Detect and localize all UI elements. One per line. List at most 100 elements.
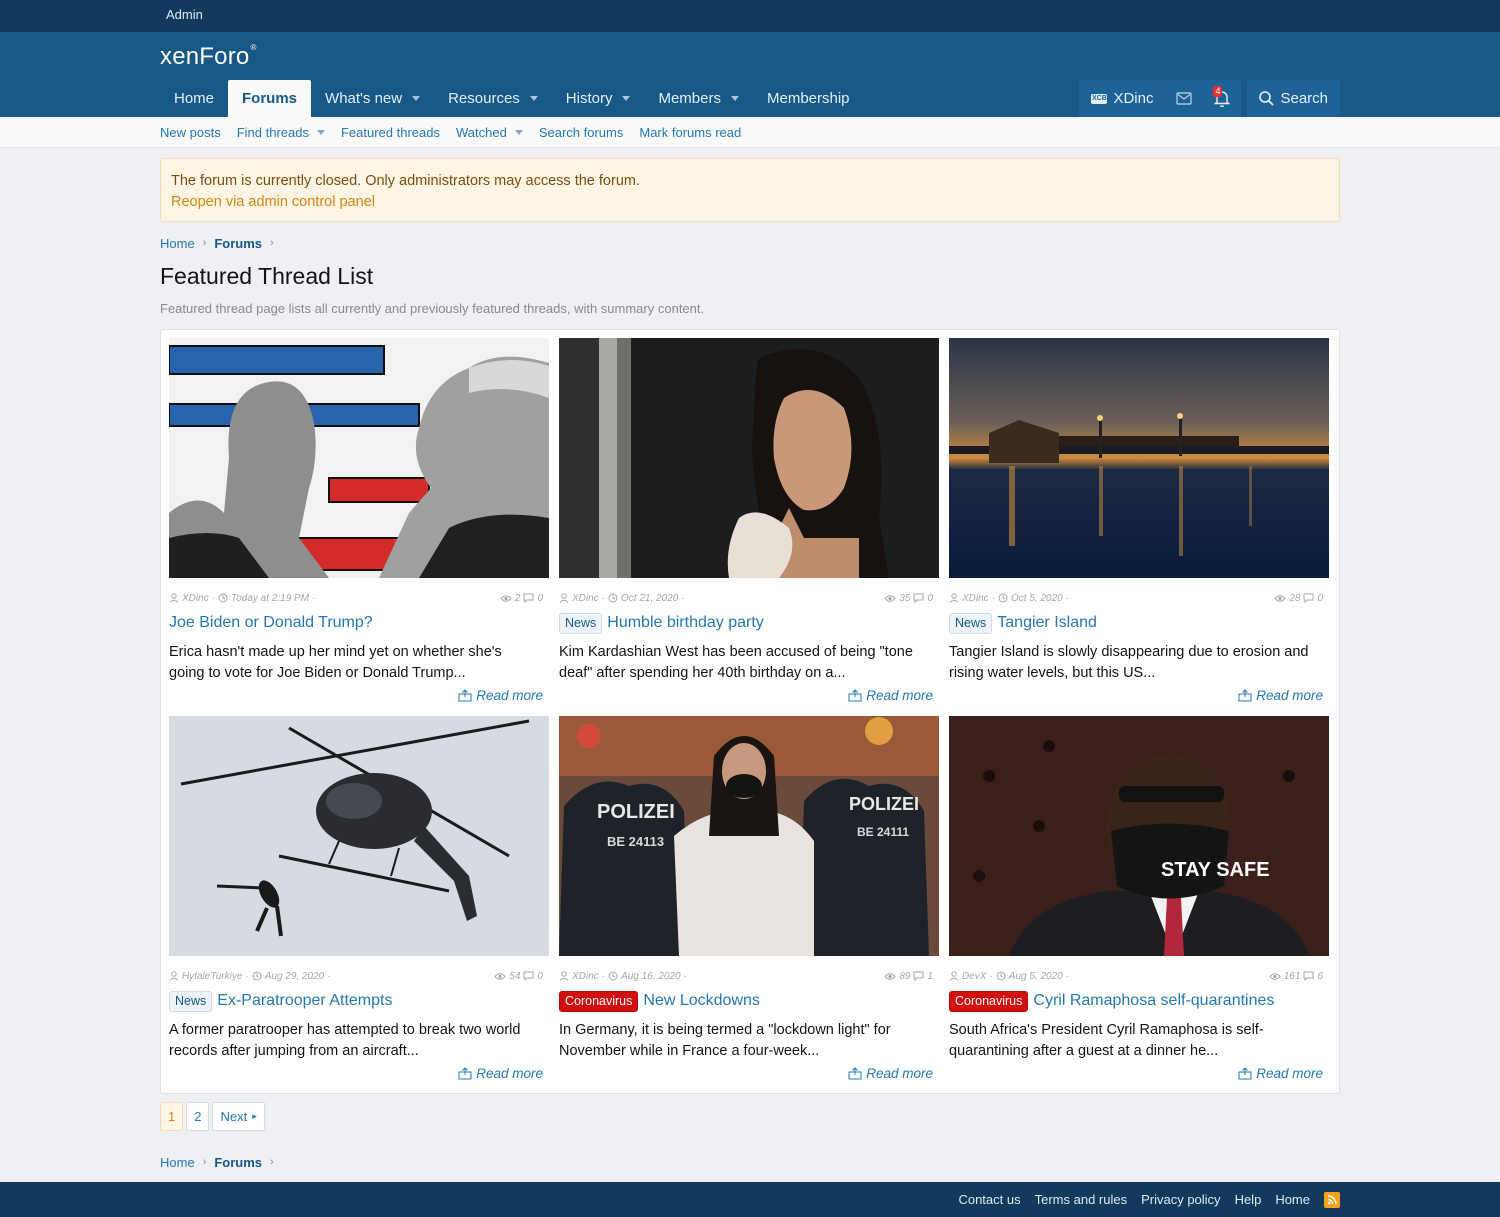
thread-author[interactable]: XDinc <box>572 971 599 982</box>
subnav-featured-threads[interactable]: Featured threads <box>341 125 440 140</box>
thread-thumbnail[interactable] <box>169 716 549 956</box>
thread-prefix[interactable]: News <box>559 612 603 634</box>
thread-title[interactable]: Cyril Ramaphosa self-quarantines <box>1033 992 1274 1010</box>
nav-tab-history[interactable]: History <box>552 80 645 117</box>
thread-thumbnail[interactable] <box>559 338 939 578</box>
breadcrumb-forums[interactable]: Forums <box>214 236 262 251</box>
chevron-down-icon[interactable] <box>316 129 325 135</box>
police-id: BE 24113 <box>607 834 664 849</box>
page-title: Featured Thread List <box>160 263 374 289</box>
reopen-link[interactable]: Reopen via admin control panel <box>171 192 1329 213</box>
admin-bar: Admin <box>0 0 1500 32</box>
read-more-link[interactable]: Read more <box>848 1066 933 1081</box>
alerts-button[interactable]: 4 <box>1203 80 1241 117</box>
read-more-link[interactable]: Read more <box>848 688 933 703</box>
chevron-right-icon: › <box>270 237 274 249</box>
footer-terms-link[interactable]: Terms and rules <box>1035 1192 1127 1207</box>
thread-author[interactable]: XDinc <box>962 593 989 604</box>
nav-tab-forums[interactable]: Forums <box>228 80 312 117</box>
read-more-link[interactable]: Read more <box>1238 1066 1323 1081</box>
chevron-down-icon[interactable] <box>412 96 421 101</box>
footer-help-link[interactable]: Help <box>1235 1192 1262 1207</box>
read-more-icon <box>458 689 472 702</box>
meta-separator: · <box>312 592 316 604</box>
user-icon <box>169 593 179 603</box>
inbox-button[interactable] <box>1165 80 1203 117</box>
comments-icon <box>1303 971 1314 981</box>
site-logo[interactable]: xenForo® <box>160 43 257 71</box>
meta-separator: · <box>991 592 996 604</box>
thread-title[interactable]: Tangier Island <box>997 614 1097 632</box>
view-count: 161 <box>1283 970 1301 982</box>
chevron-right-icon: › <box>202 1156 207 1168</box>
read-more-link[interactable]: Read more <box>458 688 543 703</box>
subnav-new-posts[interactable]: New posts <box>160 125 221 140</box>
featured-threads-panel: XDinc · Today at 2:19 PM · 2 0 Joe Biden o… <box>160 329 1340 1094</box>
nav-tab-whats-new[interactable]: What's new <box>311 80 434 117</box>
footer-home-link[interactable]: Home <box>1275 1192 1310 1207</box>
nav-tab-membership[interactable]: Membership <box>753 80 864 117</box>
thread-card: HytaleTurkiye · Aug 29, 2020 · 54 0 News E… <box>169 716 549 1094</box>
nav-tab-resources[interactable]: Resources <box>434 80 552 117</box>
thread-thumbnail[interactable] <box>949 338 1329 578</box>
subnav-watched[interactable]: Watched <box>456 125 523 140</box>
site-footer: Contact us Terms and rules Privacy polic… <box>0 1182 1500 1217</box>
thread-card: STAY SAFE DevX · Aug 5, 2020 · 161 6 Cor… <box>949 716 1329 1094</box>
meta-separator: · <box>989 970 993 982</box>
thread-title-row: News Humble birthday party <box>559 612 939 634</box>
footer-contact-link[interactable]: Contact us <box>958 1192 1020 1207</box>
thread-author[interactable]: XDinc <box>572 593 599 604</box>
breadcrumb-home[interactable]: Home <box>160 236 195 251</box>
logo-text: xenForo <box>160 43 250 70</box>
thread-prefix[interactable]: Coronavirus <box>949 990 1029 1012</box>
thread-author[interactable]: XDinc <box>182 593 209 604</box>
page-button-1[interactable]: 1 <box>160 1102 184 1131</box>
account-link[interactable]: XCB XDinc <box>1079 80 1165 117</box>
footer-privacy-link[interactable]: Privacy policy <box>1141 1192 1220 1207</box>
nav-tab-members[interactable]: Members <box>644 80 753 117</box>
meta-separator: · <box>327 970 331 982</box>
thread-title[interactable]: New Lockdowns <box>643 992 760 1010</box>
chevron-down-icon[interactable] <box>622 96 631 101</box>
chevron-down-icon[interactable] <box>730 96 739 101</box>
read-more-link[interactable]: Read more <box>1238 688 1323 703</box>
thread-prefix[interactable]: News <box>949 612 993 634</box>
subnav-search-forums[interactable]: Search forums <box>539 125 624 140</box>
thread-snippet: A former paratrooper has attempted to br… <box>169 1022 521 1059</box>
breadcrumb-home[interactable]: Home <box>160 1155 195 1170</box>
breadcrumb: Home › Forums › <box>160 233 1340 253</box>
user-nav: XCB XDinc 4 Search <box>1079 80 1340 117</box>
page-button-2[interactable]: 2 <box>186 1102 210 1131</box>
thread-thumbnail[interactable] <box>169 338 549 578</box>
thread-title[interactable]: Humble birthday party <box>607 614 764 632</box>
thread-thumbnail[interactable]: POLIZEI BE 24113 POLIZEI BE 24111 <box>559 716 939 956</box>
view-count: 54 <box>509 970 521 982</box>
thread-title[interactable]: Joe Biden or Donald Trump? <box>169 614 373 632</box>
read-more-link[interactable]: Read more <box>458 1066 543 1081</box>
breadcrumb-forums[interactable]: Forums <box>214 1155 262 1170</box>
thread-prefix[interactable]: News <box>169 990 213 1012</box>
nav-tab-home[interactable]: Home <box>160 80 228 117</box>
chevron-down-icon[interactable] <box>529 96 538 101</box>
reply-count: 1 <box>927 970 933 982</box>
reply-count: 0 <box>537 592 543 604</box>
thread-author[interactable]: DevX <box>962 971 986 982</box>
nav-tab-label: Forums <box>242 90 298 107</box>
view-count: 28 <box>1289 592 1301 604</box>
thread-title-row: Joe Biden or Donald Trump? <box>169 612 549 634</box>
thread-thumbnail[interactable]: STAY SAFE <box>949 716 1329 956</box>
admin-link[interactable]: Admin <box>166 0 203 30</box>
chevron-down-icon[interactable] <box>514 129 523 135</box>
search-button[interactable]: Search <box>1247 80 1340 117</box>
rss-button[interactable] <box>1324 1191 1340 1208</box>
meta-separator: · <box>1065 592 1070 604</box>
subnav-mark-read[interactable]: Mark forums read <box>639 125 741 140</box>
thread-title[interactable]: Ex-Paratrooper Attempts <box>217 992 392 1010</box>
thread-meta: DevX · Aug 5, 2020 · 161 6 <box>949 970 1329 982</box>
thread-prefix[interactable]: Coronavirus <box>559 990 639 1012</box>
next-page-button[interactable]: Next ▸ <box>212 1102 265 1131</box>
thread-author[interactable]: HytaleTurkiye <box>182 971 242 982</box>
thread-title-row: Coronavirus Cyril Ramaphosa self-quarant… <box>949 990 1329 1012</box>
subnav-find-threads[interactable]: Find threads <box>237 125 325 140</box>
search-label: Search <box>1280 90 1328 107</box>
